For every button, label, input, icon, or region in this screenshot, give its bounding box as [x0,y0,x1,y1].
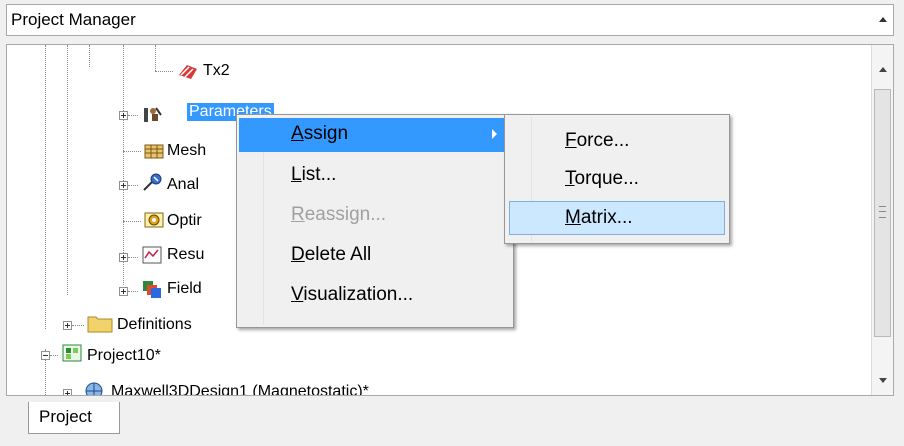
tree-item-definitions[interactable]: Definitions [117,316,192,334]
menu-item-reassign: Reassign... [239,199,511,233]
field-overlays-icon [141,279,163,299]
submenu-item-torque[interactable]: Torque... [507,163,727,197]
tree-item-maxwell-design[interactable]: Maxwell3DDesign1 (Magnetostatic)* [111,383,369,395]
optimetrics-icon [143,210,165,230]
project-manager-title-bar: Project Manager [6,4,894,36]
coil-terminal-icon [177,61,199,81]
menu-item-visualization[interactable]: Visualization... [239,279,511,313]
menu-item-delete-all-label: Delete All [291,244,372,265]
bottom-tab-strip: Project [0,396,904,446]
tab-project[interactable]: Project [28,402,120,434]
context-menu: Assign List... Reassign... Delete All Vi… [236,114,514,328]
submenu-item-force[interactable]: Force... [507,125,727,159]
expand-design-button[interactable] [63,389,72,395]
tree-guide-line [89,45,90,67]
submenu-item-torque-label: Torque... [565,168,639,189]
vertical-scrollbar[interactable] [871,45,893,395]
assign-submenu: Force... Torque... Matrix... [504,114,730,244]
menu-item-list-label: List... [291,164,337,185]
collapse-project10-button[interactable] [41,351,50,360]
maxwell-design-icon [83,381,105,395]
scroll-down-arrow-icon[interactable] [879,378,887,383]
tree-item-project10[interactable]: Project10* [87,347,161,365]
tree-item-field-overlays[interactable]: Field [167,280,202,298]
scrollbar-grip-icon [879,206,886,218]
collapse-arrow-icon[interactable] [879,17,887,22]
expand-definitions-button[interactable] [63,321,72,330]
menu-item-assign-label: Assign [291,123,349,144]
tree-guide-line [123,45,124,285]
tree-guide-line [45,45,46,329]
project-manager-header: Project Manager [0,0,904,44]
menu-item-delete-all[interactable]: Delete All [239,239,511,273]
folder-icon [87,313,113,333]
tree-item-optimetrics[interactable]: Optir [167,212,202,230]
submenu-item-force-label: Force... [565,130,630,151]
expand-parameters-button[interactable] [119,111,128,120]
project-icon [61,343,83,363]
parameters-icon [141,105,163,125]
submenu-item-matrix-label: Matrix... [565,207,633,228]
results-icon [141,245,163,265]
menu-item-assign[interactable]: Assign [239,118,511,152]
tree-item-analysis[interactable]: Anal [167,176,199,194]
tree-guide-line [67,45,68,295]
tree-item-results[interactable]: Resu [167,246,204,264]
menu-item-visualization-label: Visualization... [291,284,414,305]
tree-guide-line [155,45,156,71]
analysis-icon [141,173,163,193]
expand-field-overlays-button[interactable] [119,287,128,296]
expand-results-button[interactable] [119,253,128,262]
scrollbar-thumb[interactable] [874,89,891,337]
submenu-arrow-icon [492,129,497,139]
scroll-up-arrow-icon[interactable] [879,67,887,72]
menu-item-list[interactable]: List... [239,159,511,193]
tab-project-label: Project [39,407,92,426]
panel-title: Project Manager [11,10,136,29]
expand-analysis-button[interactable] [119,181,128,190]
menu-item-reassign-label: Reassign... [291,204,387,225]
tree-item-mesh[interactable]: Mesh [167,142,206,160]
mesh-icon [143,141,165,161]
tree-item-tx2[interactable]: Tx2 [203,62,230,80]
submenu-item-matrix[interactable]: Matrix... [509,201,725,235]
